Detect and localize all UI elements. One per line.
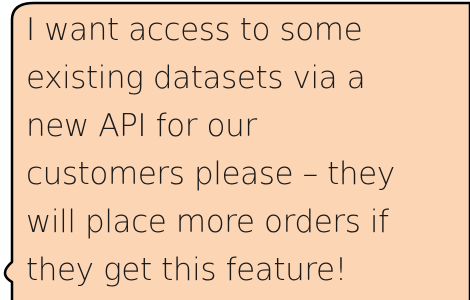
bubble-line-4: customers please – they <box>26 156 395 192</box>
bubble-line-2: existing datasets via a <box>26 60 366 96</box>
bubble-line-5: will place more orders if <box>26 204 389 240</box>
bubble-line-3: new API for our <box>26 108 257 144</box>
bubble-line-6: they get this feature! <box>26 252 347 288</box>
bubble-line-1: I want access to some <box>26 12 363 48</box>
speech-bubble-text: I want access to some existing datasets … <box>26 6 466 294</box>
speech-bubble-canvas: I want access to some existing datasets … <box>0 0 470 300</box>
